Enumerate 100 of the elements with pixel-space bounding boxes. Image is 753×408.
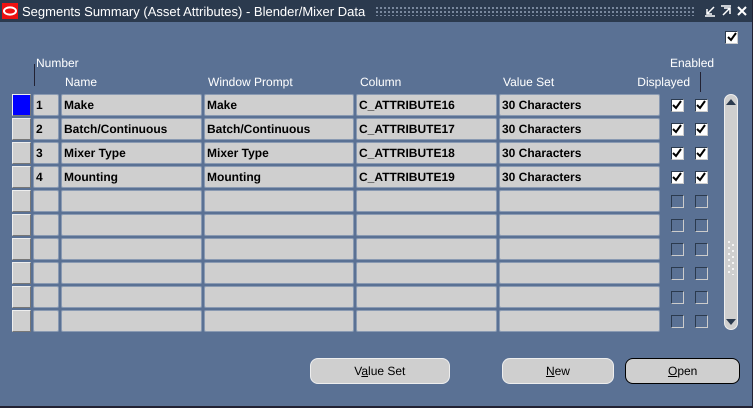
checkbox[interactable] xyxy=(670,122,684,136)
table-cell[interactable] xyxy=(61,262,202,284)
table-cell[interactable]: Batch/Continuous xyxy=(61,118,202,140)
scroll-thumb-grip-icon[interactable] xyxy=(728,239,734,275)
row-selector[interactable] xyxy=(12,286,31,308)
table-cell[interactable]: Make xyxy=(204,94,354,116)
checkbox[interactable] xyxy=(670,266,684,280)
table-cell[interactable] xyxy=(33,238,59,260)
checkbox[interactable] xyxy=(694,146,708,160)
maximize-icon[interactable] xyxy=(720,5,732,17)
table-cell[interactable]: C_ATTRIBUTE17 xyxy=(356,118,497,140)
table-cell[interactable]: Make xyxy=(61,94,202,116)
checkbox[interactable] xyxy=(670,218,684,232)
column-header: Value Set xyxy=(503,75,554,89)
table-cell[interactable]: 1 xyxy=(33,94,59,116)
row-selector[interactable] xyxy=(12,214,31,236)
table-cell[interactable]: 2 xyxy=(33,118,59,140)
window-title: Segments Summary (Asset Attributes) - Blender/Mixer Data xyxy=(22,4,366,18)
table-cell[interactable] xyxy=(61,310,202,332)
table-cell[interactable] xyxy=(356,214,497,236)
row-selector[interactable] xyxy=(12,94,31,116)
table-cell[interactable]: C_ATTRIBUTE18 xyxy=(356,142,497,164)
button[interactable]: Value Set xyxy=(310,358,450,384)
row-selector[interactable] xyxy=(12,142,31,164)
checkbox[interactable] xyxy=(725,30,738,44)
table-cell[interactable] xyxy=(499,286,660,308)
table-cell[interactable]: Mixer Type xyxy=(61,142,202,164)
column-header: Column xyxy=(359,75,402,89)
table-cell[interactable] xyxy=(204,190,354,212)
checkbox[interactable] xyxy=(670,98,684,112)
checkbox[interactable] xyxy=(670,170,684,184)
table-cell[interactable]: Mixer Type xyxy=(204,142,354,164)
table-cell[interactable]: 3 xyxy=(33,142,59,164)
table-cell[interactable] xyxy=(499,238,660,260)
table-cell[interactable] xyxy=(356,238,497,260)
table-cell[interactable]: C_ATTRIBUTE16 xyxy=(356,94,497,116)
table-cell[interactable] xyxy=(61,190,202,212)
table-cell[interactable]: 30 Characters xyxy=(499,118,660,140)
oracle-logo-icon xyxy=(2,3,18,19)
table-cell[interactable] xyxy=(356,262,497,284)
table-cell[interactable] xyxy=(499,190,660,212)
close-icon[interactable] xyxy=(736,5,748,17)
button[interactable]: Open xyxy=(625,358,740,384)
table-cell[interactable]: 4 xyxy=(33,166,59,188)
title-bar-grip[interactable] xyxy=(375,6,694,16)
table-cell[interactable]: Mounting xyxy=(204,166,354,188)
table-cell[interactable]: Mounting xyxy=(61,166,202,188)
table-cell[interactable] xyxy=(499,214,660,236)
scroll-down-icon[interactable] xyxy=(726,319,736,325)
table-cell[interactable] xyxy=(204,238,354,260)
table-cell[interactable] xyxy=(356,286,497,308)
checkbox[interactable] xyxy=(670,146,684,160)
table-cell[interactable] xyxy=(499,262,660,284)
checkbox[interactable] xyxy=(694,98,708,112)
column-header: Window Prompt xyxy=(207,75,294,89)
checkbox[interactable] xyxy=(694,122,708,136)
table-cell[interactable] xyxy=(61,214,202,236)
table-cell[interactable] xyxy=(33,190,59,212)
scroll-up-icon[interactable] xyxy=(726,99,736,105)
table-cell[interactable] xyxy=(356,190,497,212)
row-selector[interactable] xyxy=(12,118,31,140)
checkbox[interactable] xyxy=(694,242,708,256)
table-cell[interactable] xyxy=(33,214,59,236)
table-cell[interactable] xyxy=(33,286,59,308)
minimize-icon[interactable] xyxy=(704,5,716,17)
checkbox[interactable] xyxy=(694,266,708,280)
table-cell[interactable]: Batch/Continuous xyxy=(204,118,354,140)
table-cell[interactable] xyxy=(61,286,202,308)
table-cell[interactable] xyxy=(61,238,202,260)
row-selector[interactable] xyxy=(12,238,31,260)
row-selector[interactable] xyxy=(12,166,31,188)
column-header: Number xyxy=(36,56,79,70)
table-cell[interactable] xyxy=(499,310,660,332)
scrollbar[interactable] xyxy=(724,94,738,330)
button[interactable]: New xyxy=(502,358,614,384)
table-cell[interactable] xyxy=(204,310,354,332)
checkbox[interactable] xyxy=(670,242,684,256)
checkbox[interactable] xyxy=(694,218,708,232)
checkbox[interactable] xyxy=(670,194,684,208)
checkbox[interactable] xyxy=(694,314,708,328)
table-cell[interactable] xyxy=(204,214,354,236)
table-cell[interactable] xyxy=(33,262,59,284)
table-cell[interactable] xyxy=(204,262,354,284)
row-selector[interactable] xyxy=(12,262,31,284)
row-selector[interactable] xyxy=(12,310,31,332)
checkbox[interactable] xyxy=(694,290,708,304)
table-cell[interactable]: 30 Characters xyxy=(499,142,660,164)
checkbox[interactable] xyxy=(694,194,708,208)
checkbox[interactable] xyxy=(670,290,684,304)
column-header: Name xyxy=(64,75,98,89)
table-cell[interactable] xyxy=(204,286,354,308)
table-cell[interactable]: 30 Characters xyxy=(499,166,660,188)
table-cell[interactable] xyxy=(356,310,497,332)
row-selector[interactable] xyxy=(12,190,31,212)
table-cell[interactable]: 30 Characters xyxy=(499,94,660,116)
column-header: Displayed xyxy=(637,75,690,89)
table-cell[interactable] xyxy=(33,310,59,332)
checkbox[interactable] xyxy=(670,314,684,328)
checkbox[interactable] xyxy=(694,170,708,184)
table-cell[interactable]: C_ATTRIBUTE19 xyxy=(356,166,497,188)
